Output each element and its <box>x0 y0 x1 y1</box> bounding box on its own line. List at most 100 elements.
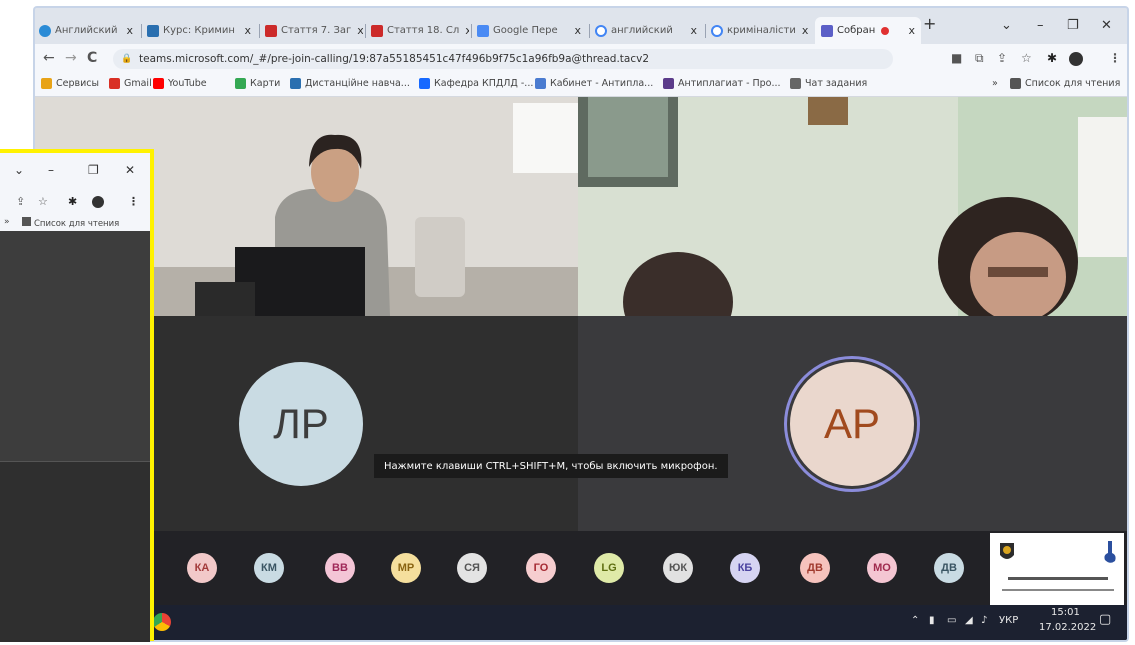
battery-icon[interactable]: ▭ <box>947 615 956 626</box>
bookmark-distance-learning[interactable]: Дистанційне навча... <box>290 78 410 89</box>
tab-3[interactable]: Стаття 7. Заг x <box>265 17 363 44</box>
share-icon[interactable]: ⇪ <box>997 51 1007 65</box>
tab-close-icon[interactable]: x <box>568 24 587 37</box>
tab-close-icon[interactable]: x <box>684 24 703 37</box>
tab-label: английский <box>611 25 673 36</box>
tab-close-icon[interactable]: x <box>120 24 139 37</box>
antiplagiat-icon <box>663 78 674 89</box>
secondary-window-chrome: ⌄ – ❐ ✕ ⇪ ☆ ✱ ⋮ » Список для чтения <box>0 153 150 231</box>
bookmarks-more[interactable]: » <box>4 217 10 227</box>
secondary-window-lower-panel <box>0 461 150 642</box>
tray-expand-icon[interactable]: ⌃ <box>911 615 919 626</box>
minimize-icon[interactable]: – <box>48 163 54 177</box>
tab-4[interactable]: Стаття 18. Сл x <box>371 17 469 44</box>
bookmark-label: Кабинет - Антипла... <box>550 78 654 89</box>
notifications-icon[interactable]: ▢ <box>1099 612 1111 627</box>
bookmark-youtube[interactable]: YouTube <box>153 78 207 89</box>
address-bar[interactable]: 🔒 teams.microsoft.com/_#/pre-join-callin… <box>113 49 893 69</box>
participant-avatar[interactable]: ДВ <box>934 553 964 583</box>
bookmark-chat-tasks[interactable]: Чат задания <box>790 78 867 89</box>
law-site-icon <box>265 24 277 37</box>
restore-icon[interactable]: ❐ <box>1067 18 1079 33</box>
tab-separator <box>589 24 590 38</box>
tab-separator <box>705 24 706 38</box>
forward-arrow-icon[interactable]: → <box>65 50 77 66</box>
camera-icon[interactable]: ■ <box>951 51 962 65</box>
participant-avatar[interactable]: МР <box>391 553 421 583</box>
reading-list-button[interactable]: Список для чтения <box>1010 78 1120 89</box>
participant-avatar[interactable]: ГО <box>526 553 556 583</box>
participant-avatar[interactable]: КМ <box>254 553 284 583</box>
profile-avatar-icon[interactable] <box>1069 52 1083 66</box>
university-emblem-image <box>1000 541 1116 591</box>
tab-label: Английский <box>55 25 118 36</box>
participant-avatar[interactable]: LG <box>594 553 624 583</box>
wifi-icon[interactable]: ◢ <box>965 615 973 626</box>
secondary-browser-window: ⌄ – ❐ ✕ ⇪ ☆ ✱ ⋮ » Список для чтения <box>0 149 154 642</box>
new-tab-button[interactable]: + <box>923 14 936 33</box>
tab-close-icon[interactable]: x <box>902 24 921 37</box>
bookmark-label: Сервисы <box>56 78 100 89</box>
back-arrow-icon[interactable]: ← <box>43 50 55 66</box>
minimize-icon[interactable]: – <box>1037 18 1044 33</box>
tab-5[interactable]: Google Пере x <box>477 17 587 44</box>
tab-2[interactable]: Курс: Кримин x <box>147 17 257 44</box>
law-site-icon <box>371 24 383 37</box>
close-window-icon[interactable]: ✕ <box>125 163 135 177</box>
reading-list-icon <box>1010 78 1021 89</box>
bookmarks-more[interactable]: » <box>992 78 998 89</box>
tab-search-icon[interactable]: ⌄ <box>1001 18 1012 33</box>
apps-grid-icon <box>41 78 52 89</box>
tab-close-icon[interactable]: x <box>351 24 363 37</box>
menu-dots-icon[interactable]: ⋮ <box>1109 51 1121 65</box>
chrome-taskbar-icon[interactable] <box>153 613 171 631</box>
bookmark-maps[interactable]: Карти <box>235 78 280 89</box>
tab-close-icon[interactable]: x <box>796 24 811 37</box>
participant-avatar[interactable]: ВВ <box>325 553 355 583</box>
secondary-window-dark-panel <box>0 231 150 461</box>
participant-avatar[interactable]: КА <box>187 553 217 583</box>
lock-icon: 🔒 <box>121 54 133 64</box>
share-icon[interactable]: ⇪ <box>16 195 25 208</box>
bookmark-department[interactable]: Кафедра КПДЛД -... <box>419 78 533 89</box>
tab-6[interactable]: английский x <box>595 17 703 44</box>
extensions-puzzle-icon[interactable]: ✱ <box>1047 51 1057 65</box>
reload-icon[interactable]: C <box>87 50 97 66</box>
profile-avatar-icon[interactable] <box>92 196 104 208</box>
bookmark-gmail[interactable]: Gmail <box>109 78 152 89</box>
tab-1[interactable]: Английский x <box>39 17 139 44</box>
screenshot: Английский x Курс: Кримин x Стаття 7. За… <box>0 0 1135 645</box>
reading-list-button[interactable]: Список для чтения <box>22 217 119 229</box>
translate-icon[interactable]: ⧉ <box>975 51 984 66</box>
tab-8-active[interactable]: Собран x <box>815 17 921 44</box>
input-language[interactable]: УКР <box>999 615 1018 626</box>
participant-avatar[interactable]: ЮК <box>663 553 693 583</box>
reading-list-label: Список для чтения <box>34 219 120 229</box>
recording-dot-icon <box>881 26 890 35</box>
bookmark-services[interactable]: Сервисы <box>41 78 99 89</box>
tab-7[interactable]: криміналісти x <box>711 17 811 44</box>
extensions-puzzle-icon[interactable]: ✱ <box>68 195 77 208</box>
close-window-icon[interactable]: ✕ <box>1101 18 1112 33</box>
clock-time[interactable]: 15:01 <box>1051 607 1080 618</box>
tray-mic-icon[interactable]: ▮ <box>929 615 935 626</box>
bookmark-cabinet[interactable]: Кабинет - Антипла... <box>535 78 653 89</box>
tab-search-icon[interactable]: ⌄ <box>14 163 24 177</box>
bookmark-antiplagiat[interactable]: Антиплагиат - Про... <box>663 78 781 89</box>
volume-icon[interactable]: ♪ <box>981 615 987 626</box>
participant-avatar[interactable]: МО <box>867 553 897 583</box>
tab-close-icon[interactable]: x <box>459 24 469 37</box>
bookmark-star-icon[interactable]: ☆ <box>1021 51 1032 65</box>
participant-avatar[interactable]: ДВ <box>800 553 830 583</box>
clock-date[interactable]: 17.02.2022 <box>1039 622 1096 633</box>
moodle-icon <box>290 78 301 89</box>
behance-icon <box>419 78 430 89</box>
participant-avatar[interactable]: СЯ <box>457 553 487 583</box>
restore-icon[interactable]: ❐ <box>88 163 99 177</box>
participant-avatar[interactable]: КБ <box>730 553 760 583</box>
bookmark-star-icon[interactable]: ☆ <box>38 195 48 208</box>
tab-close-icon[interactable]: x <box>238 24 257 37</box>
video-tile-ar: АР <box>578 316 1127 531</box>
tab-label: Курс: Кримин <box>163 25 235 36</box>
menu-dots-icon[interactable]: ⋮ <box>128 195 139 208</box>
